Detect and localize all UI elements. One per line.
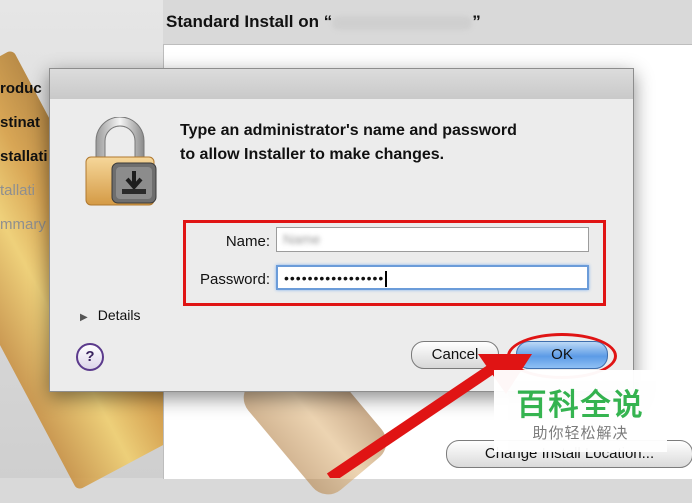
blurred-disk-name [332,15,473,30]
auth-message: Type an administrator's name and passwor… [180,122,517,163]
window-title: Standard Install on “” [166,12,481,31]
lock-icon [85,117,157,206]
watermark-logo: 百科全说 助你轻松解决 [494,370,667,452]
password-field[interactable]: ••••••••••••••••• [276,265,589,290]
name-field[interactable]: Name [276,227,589,252]
dialog-titlebar [50,69,633,99]
disclosure-triangle-icon[interactable]: ▶ [80,312,88,323]
watermark-sub-text: 助你轻松解决 [532,425,629,442]
help-button[interactable]: ? [76,343,104,371]
text-caret [385,271,388,288]
details-disclosure[interactable]: ▶ Details [80,307,141,323]
password-label: Password: [199,271,270,288]
watermark-main-text: 百科全说 [516,389,645,422]
name-label: Name: [225,233,270,250]
auth-dialog: Type an administrator's name and passwor… [49,68,634,392]
